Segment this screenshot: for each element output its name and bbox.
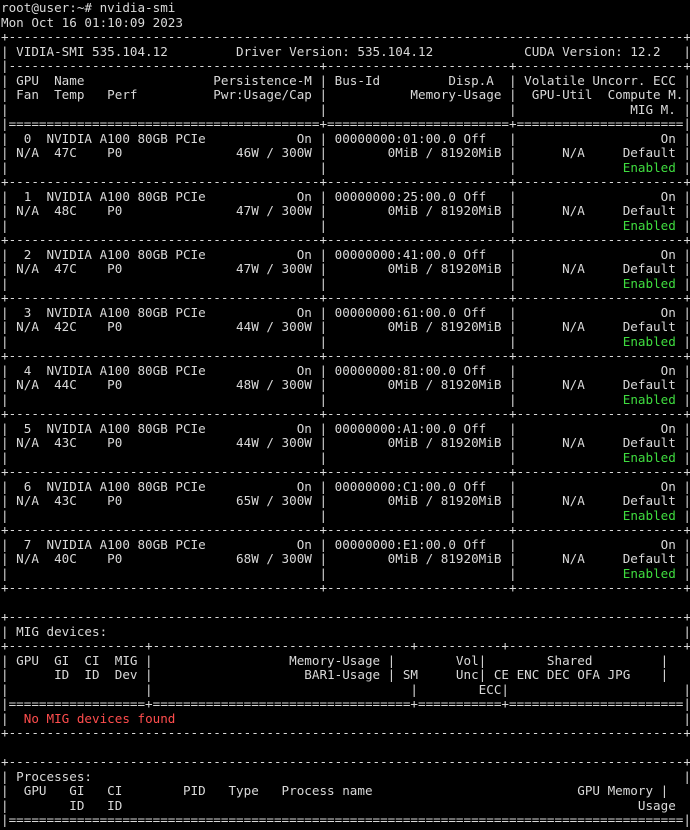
border-line: +---------------------------------------… xyxy=(1,464,690,479)
column-header: | GPU Name Persistence-M | Bus-Id Disp.A… xyxy=(1,72,690,88)
border-line: +------------------+--------------------… xyxy=(1,638,690,653)
border-line: +---------------------------------------… xyxy=(1,725,690,740)
gpu-row: | N/A 47C P0 46W / 300W | 0MiB / 81920Mi… xyxy=(1,145,690,160)
border-line: |=======================================… xyxy=(1,812,690,827)
border-line: |=======================================… xyxy=(1,116,690,131)
border-line: |---------------------------------------… xyxy=(1,58,690,73)
gpu-row: | 0 NVIDIA A100 80GB PCIe On | 00000000:… xyxy=(1,130,690,146)
border-line: +---------------------------------------… xyxy=(1,290,690,305)
border-line: +---------------------------------------… xyxy=(1,580,690,595)
gpu-row: | 3 NVIDIA A100 80GB PCIe On | 00000000:… xyxy=(1,304,690,320)
timestamp: Mon Oct 16 01:10:09 2023 xyxy=(1,14,183,30)
column-header: | | | MIG M. | xyxy=(1,101,690,117)
gpu-row: | | | Enabled | xyxy=(1,159,690,175)
mig-header: | | | ECC| | xyxy=(1,681,690,697)
border-line: +---------------------------------------… xyxy=(1,609,690,624)
gpu-row: | N/A 48C P0 47W / 300W | 0MiB / 81920Mi… xyxy=(1,203,690,218)
gpu-row: | | | Enabled | xyxy=(1,565,690,581)
processes-header: | GPU GI CI PID Type Process name GPU Me… xyxy=(1,783,669,798)
shell-prompt: root@user:~# nvidia-smi xyxy=(1,0,176,15)
border-line: +---------------------------------------… xyxy=(1,174,690,189)
smi-header: | VIDIA-SMI 535.104.12 Driver Version: 5… xyxy=(1,43,690,59)
gpu-row: | 1 NVIDIA A100 80GB PCIe On | 00000000:… xyxy=(1,188,690,204)
gpu-row: | N/A 40C P0 68W / 300W | 0MiB / 81920Mi… xyxy=(1,551,690,566)
gpu-row: | 4 NVIDIA A100 80GB PCIe On | 00000000:… xyxy=(1,362,690,378)
border-line: +---------------------------------------… xyxy=(1,754,690,769)
border-line: +---------------------------------------… xyxy=(1,232,690,247)
gpu-row: | | | Enabled | xyxy=(1,217,690,233)
mig-empty-row: | No MIG devices found | xyxy=(1,710,690,726)
gpu-row: | | | Enabled | xyxy=(1,507,690,523)
border-line: |==================+====================… xyxy=(1,696,690,711)
terminal-window[interactable]: root@user:~# nvidia-smi Mon Oct 16 01:10:… xyxy=(0,0,690,830)
gpu-row: | N/A 42C P0 44W / 300W | 0MiB / 81920Mi… xyxy=(1,319,690,334)
border-line: +---------------------------------------… xyxy=(1,348,690,363)
border-line: +---------------------------------------… xyxy=(1,406,690,421)
gpu-row: | | | Enabled | xyxy=(1,275,690,291)
gpu-row: | N/A 44C P0 48W / 300W | 0MiB / 81920Mi… xyxy=(1,377,690,392)
gpu-row: | | | Enabled | xyxy=(1,449,690,465)
gpu-row: | | | Enabled | xyxy=(1,391,690,407)
border-line: +---------------------------------------… xyxy=(1,522,690,537)
processes-header: | ID ID Usage | xyxy=(1,797,690,813)
column-header: | Fan Temp Perf Pwr:Usage/Cap | Memory-U… xyxy=(1,87,690,102)
mig-header: | GPU GI CI MIG | Memory-Usage | Vol| Sh… xyxy=(1,652,669,668)
border-line: +---------------------------------------… xyxy=(1,29,690,44)
gpu-row: | N/A 43C P0 44W / 300W | 0MiB / 81920Mi… xyxy=(1,435,690,450)
gpu-row: | 6 NVIDIA A100 80GB PCIe On | 00000000:… xyxy=(1,478,690,494)
gpu-row: | 5 NVIDIA A100 80GB PCIe On | 00000000:… xyxy=(1,420,690,436)
gpu-row: | 7 NVIDIA A100 80GB PCIe On | 00000000:… xyxy=(1,536,690,552)
gpu-row: | | | Enabled | xyxy=(1,333,690,349)
mig-header: | ID ID Dev | BAR1-Usage | SM Unc| CE EN… xyxy=(1,667,669,682)
processes-title: | Processes: | xyxy=(1,768,690,784)
mig-title: | MIG devices: | xyxy=(1,623,690,639)
gpu-row: | N/A 47C P0 47W / 300W | 0MiB / 81920Mi… xyxy=(1,261,690,276)
gpu-row: | 2 NVIDIA A100 80GB PCIe On | 00000000:… xyxy=(1,246,690,262)
gpu-row: | N/A 43C P0 65W / 300W | 0MiB / 81920Mi… xyxy=(1,493,690,508)
